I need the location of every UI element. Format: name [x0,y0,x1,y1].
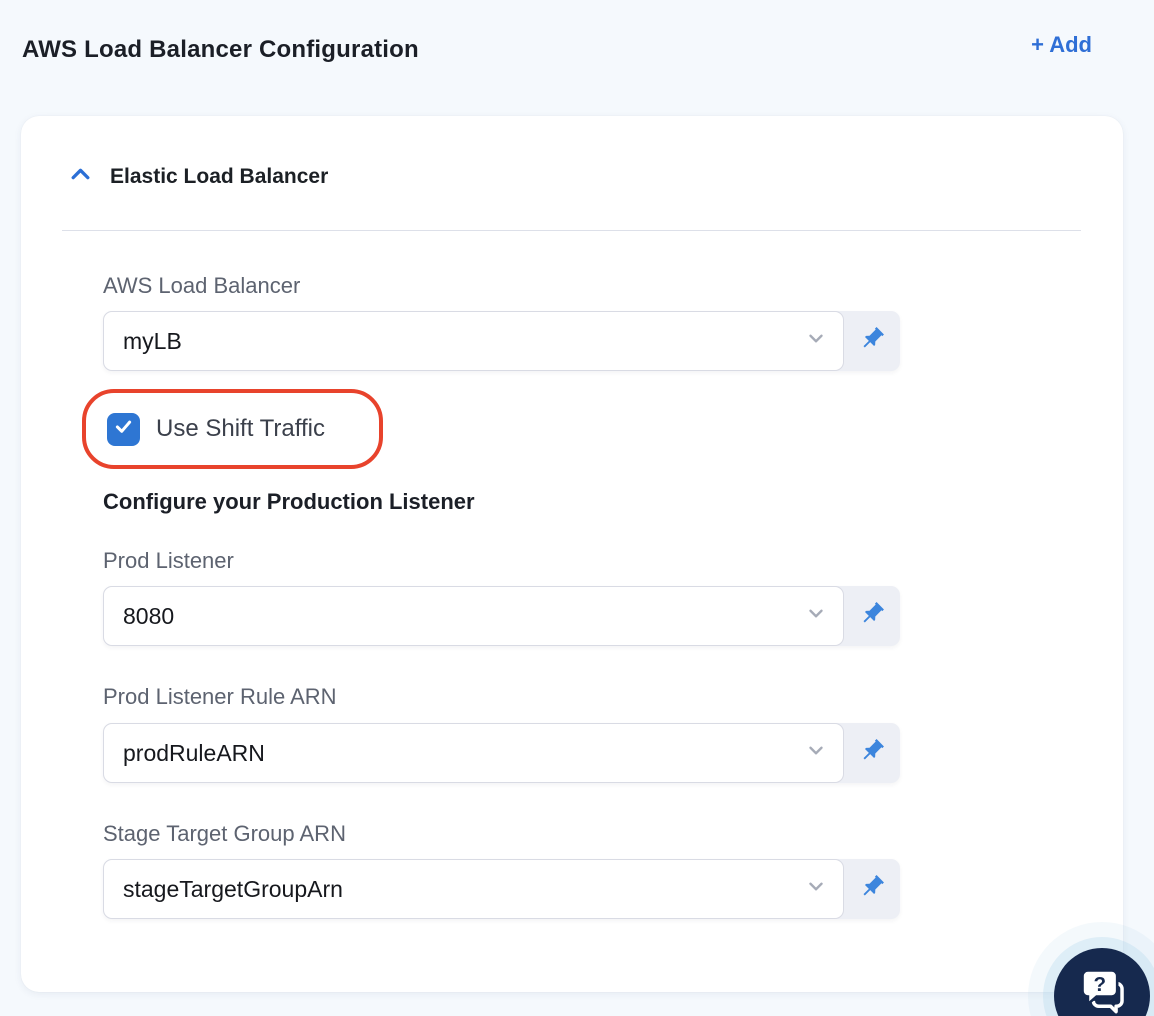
page-header: AWS Load Balancer Configuration + Add [0,0,1154,64]
chat-question-icon: ? [1076,968,1128,1016]
prod-listener-rule-arn-label: Prod Listener Rule ARN [103,684,337,709]
prod-listener-rule-arn-select[interactable] [103,723,844,783]
pin-button[interactable] [844,723,900,783]
svg-text:?: ? [1094,973,1107,996]
stage-target-group-arn-label: Stage Target Group ARN [103,821,346,846]
chevron-up-icon[interactable] [68,162,93,192]
prod-listener-select[interactable] [103,586,844,646]
aws-load-balancer-label: AWS Load Balancer [103,273,301,298]
use-shift-traffic-label[interactable]: Use Shift Traffic [156,415,325,443]
pin-icon [858,737,886,770]
stage-target-group-arn-field [103,859,900,919]
pin-icon [858,325,886,358]
pin-button[interactable] [844,311,900,371]
prod-listener-label: Prod Listener [103,548,234,573]
production-listener-heading: Configure your Production Listener [103,489,475,514]
divider [62,230,1081,231]
use-shift-traffic-checkbox[interactable] [107,412,140,446]
prod-listener-field [103,586,900,646]
stage-target-group-arn-select[interactable] [103,859,844,919]
pin-icon [858,600,886,633]
pin-icon [858,873,886,906]
section-header-elastic-load-balancer[interactable]: Elastic Load Balancer [21,116,1123,192]
red-annotation-highlight: Use Shift Traffic [82,389,383,469]
page-title: AWS Load Balancer Configuration [22,36,419,63]
load-balancer-config-card: Elastic Load Balancer AWS Load Balancer [21,116,1123,992]
prod-listener-rule-arn-field [103,723,900,783]
pin-button[interactable] [844,859,900,919]
pin-button[interactable] [844,586,900,646]
check-icon [113,416,134,442]
aws-load-balancer-select[interactable] [103,311,844,371]
aws-load-balancer-field [103,311,900,371]
add-button[interactable]: + Add [1031,32,1092,58]
form: AWS Load Balancer myLB Use Shift Traffic… [21,273,1123,919]
section-title: Elastic Load Balancer [110,165,329,188]
